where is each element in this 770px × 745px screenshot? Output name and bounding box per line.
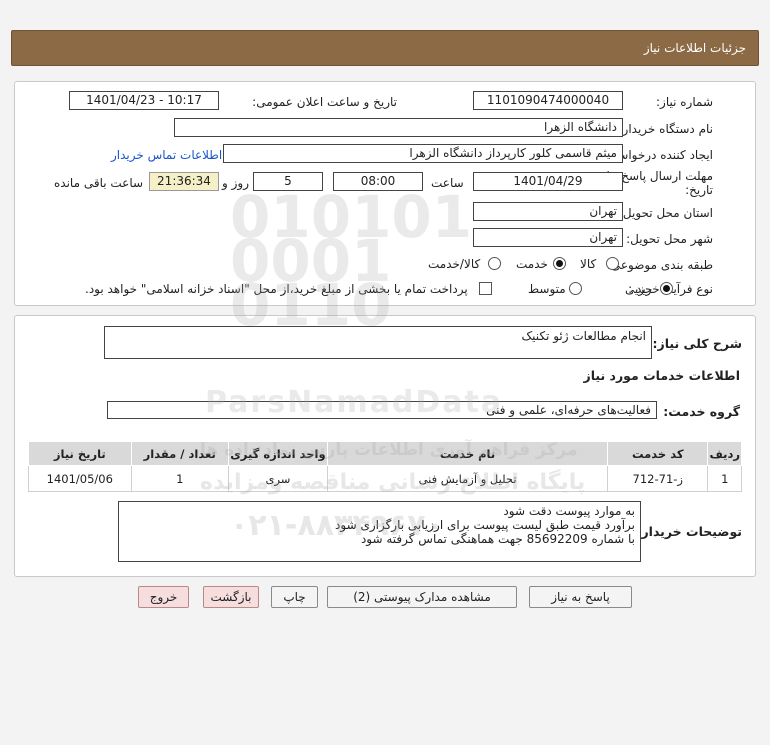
- watermark-phone: ۰۲۱-۸۸۳۴۹۶۷۰: [230, 508, 444, 543]
- category-radio-goods-service[interactable]: [488, 257, 501, 270]
- deadline-label-2: تاریخ:: [685, 183, 713, 197]
- category-option-service: خدمت: [516, 257, 548, 271]
- watermark-brand: ParsNamadData: [205, 385, 504, 420]
- page-header: جزئیات اطلاعات نیاز: [11, 30, 759, 66]
- reply-button[interactable]: پاسخ به نیاز: [529, 586, 632, 608]
- city-field: تهران: [473, 228, 623, 247]
- treasury-payment-checkbox[interactable]: [479, 282, 492, 295]
- need-number-label: شماره نیاز:: [656, 95, 713, 109]
- category-radio-service[interactable]: [553, 257, 566, 270]
- col-header-row: ردیف: [707, 441, 742, 466]
- process-option-minor: جزیی: [625, 282, 653, 296]
- watermark-line1: مرکز فراهم آوری اطلاعات پارس نماد داده ه…: [200, 440, 578, 460]
- category-radio-goods[interactable]: [606, 257, 619, 270]
- category-option-goods: کالا: [580, 257, 597, 271]
- remaining-label: ساعت باقی مانده: [54, 176, 144, 190]
- announce-field: 1401/04/23 - 10:17: [69, 91, 219, 110]
- buyer-contact-link[interactable]: اطلاعات تماس خریدار: [111, 148, 222, 162]
- cell-row: 1: [707, 465, 742, 492]
- exit-button[interactable]: خروج: [138, 586, 189, 608]
- city-label: شهر محل تحویل:: [626, 232, 713, 246]
- cell-date: 1401/05/06: [28, 465, 132, 492]
- buyer-notes-label: توضیحات خریدار:: [636, 524, 742, 539]
- back-button[interactable]: بازگشت: [203, 586, 259, 608]
- view-attachments-button[interactable]: مشاهده مدارک پیوستی (2): [327, 586, 517, 608]
- announce-label: تاریخ و ساعت اعلان عمومی:: [252, 95, 397, 109]
- page-title: جزئیات اطلاعات نیاز: [643, 41, 746, 55]
- print-button[interactable]: چاپ: [271, 586, 318, 608]
- process-option-medium: متوسط: [528, 282, 566, 296]
- category-label: طبقه بندی موضوعی:: [606, 258, 713, 272]
- service-group-label: گروه خدمت:: [663, 404, 740, 419]
- col-header-code: کد خدمت: [607, 441, 709, 466]
- watermark-digits: 010101 0001 0110: [230, 183, 473, 339]
- buyer-org-label: نام دستگاه خریدار:: [618, 122, 714, 136]
- services-info-title: اطلاعات خدمات مورد نیاز: [583, 368, 741, 383]
- watermark-line2: پایگاه اطلاع رسانی مناقصه ومزایده: [200, 470, 586, 495]
- buyer-org-field: دانشگاه الزهرا: [174, 118, 623, 137]
- province-field: تهران: [473, 202, 623, 221]
- process-radio-minor[interactable]: [660, 282, 673, 295]
- remaining-time-field: 21:36:34: [149, 172, 219, 191]
- need-number-field: 1101090474000040: [473, 91, 623, 110]
- requester-field: میثم قاسمی کلور کارپرداز دانشگاه الزهرا: [223, 144, 623, 163]
- cell-code: ز-71-712: [607, 465, 709, 492]
- process-radio-medium[interactable]: [569, 282, 582, 295]
- col-header-date: تاریخ نیاز: [28, 441, 132, 466]
- province-label: استان محل تحویل:: [618, 206, 713, 220]
- summary-label: شرح کلی نیاز:: [652, 336, 742, 351]
- deadline-date-field: 1401/04/29: [473, 172, 623, 191]
